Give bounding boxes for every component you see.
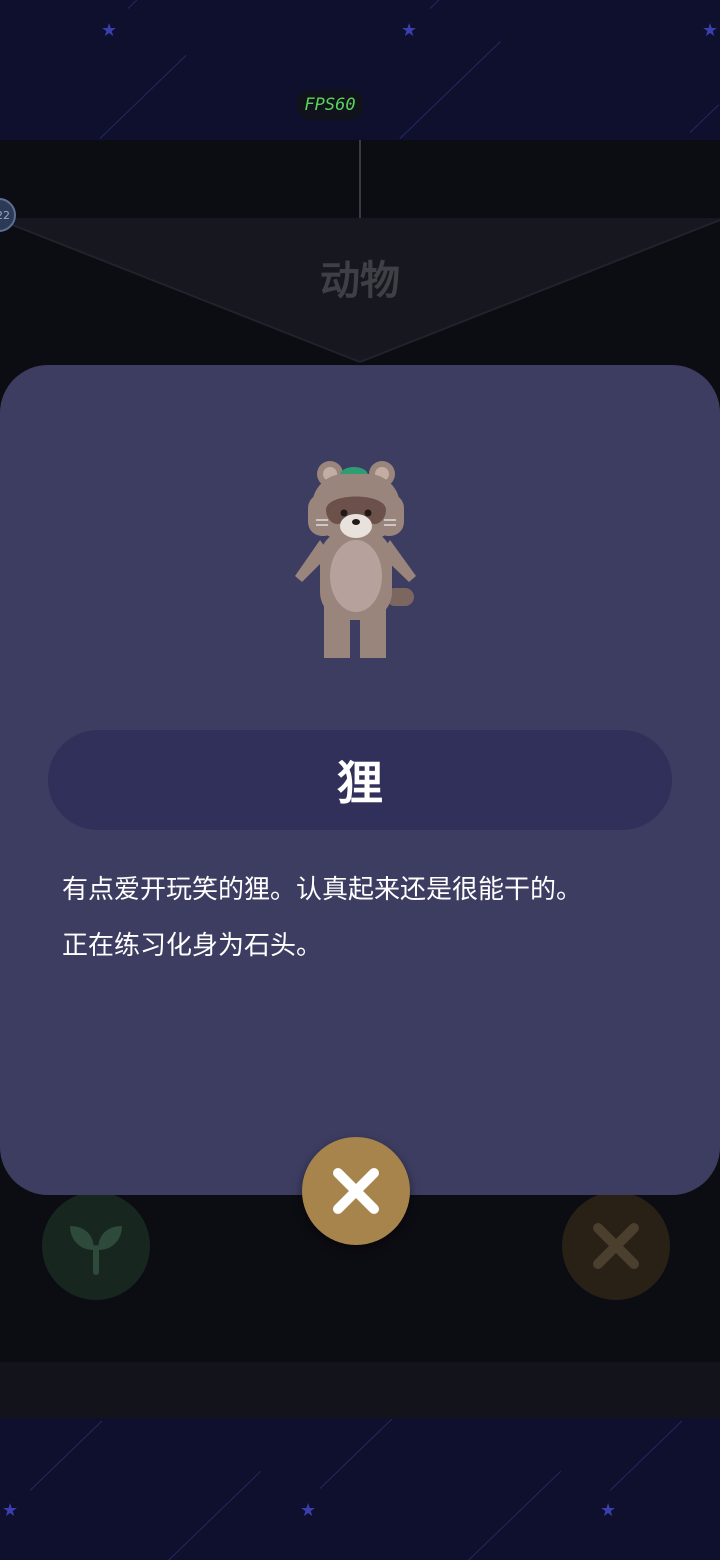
light-streak xyxy=(459,1470,562,1560)
star-icon: ★ xyxy=(401,20,418,41)
sprout-icon xyxy=(70,1226,122,1275)
light-streak xyxy=(159,1470,262,1560)
light-streak xyxy=(29,1420,103,1491)
sprout-button[interactable] xyxy=(42,1192,150,1300)
x-icon xyxy=(593,1223,639,1269)
light-streak xyxy=(319,1418,393,1489)
character-description: 有点爱开玩笑的狸。认真起来还是很能干的。 正在练习化身为石头。 xyxy=(62,862,672,974)
description-line: 正在练习化身为石头。 xyxy=(62,931,323,961)
description-line: 有点爱开玩笑的狸。认真起来还是很能干的。 xyxy=(62,875,583,905)
light-streak xyxy=(689,104,720,133)
star-icon: ★ xyxy=(2,1500,19,1521)
star-icon: ★ xyxy=(702,20,719,41)
star-icon: ★ xyxy=(101,20,118,41)
starfield-bottom: ★ ★ ★ xyxy=(0,1418,720,1560)
star-icon: ★ xyxy=(600,1500,617,1521)
light-streak xyxy=(609,1420,683,1491)
light-streak xyxy=(127,0,143,9)
light-streak xyxy=(429,0,445,9)
starfield-top: ★ ★ ★ FPS60 xyxy=(0,0,720,140)
character-name: 狸 xyxy=(337,756,383,810)
light-streak xyxy=(99,54,187,139)
category-title: 动物 xyxy=(320,258,400,304)
tanuki-character-icon xyxy=(295,461,416,658)
dismiss-button[interactable] xyxy=(562,1192,670,1300)
close-icon xyxy=(333,1168,379,1214)
bottom-bar xyxy=(0,1362,720,1418)
star-icon: ★ xyxy=(300,1500,317,1521)
close-button[interactable] xyxy=(302,1137,410,1245)
light-streak xyxy=(399,40,502,139)
character-name-pill: 狸 xyxy=(48,730,672,830)
divider-line xyxy=(359,140,361,218)
fps-counter: FPS60 xyxy=(296,90,364,120)
